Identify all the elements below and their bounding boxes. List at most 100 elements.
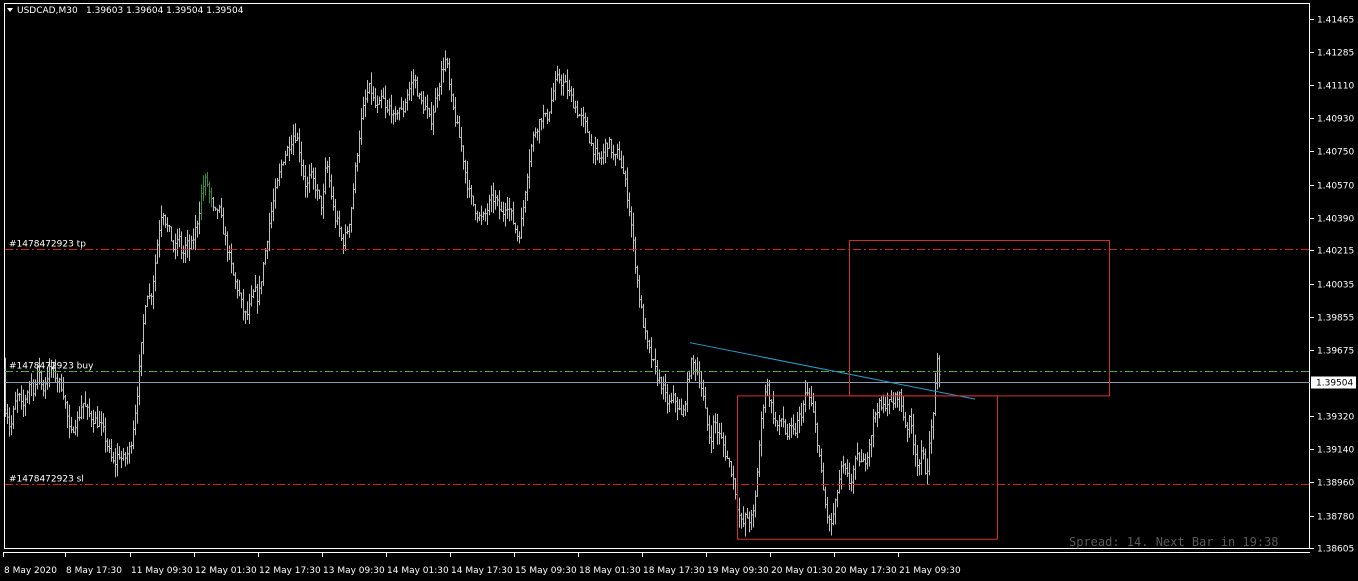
ohlc-bar [64,394,67,409]
ohlc-bar [102,413,105,433]
trading-chart[interactable]: #1478472923 tp #1478472923 buy #1478472923… [0,0,1358,581]
ohlc-bar [640,295,643,309]
ohlc-bar [206,172,209,187]
ohlc-bar [350,206,353,233]
ohlc-bar [260,281,263,295]
ohlc-bar [30,373,33,397]
ohlc-bar [594,136,597,166]
plot-frame [4,3,1310,549]
ohlc-bar [734,478,737,500]
ohlc-bar [814,401,817,433]
ohlc-bar [760,411,763,457]
ohlc-bar [252,289,255,299]
ohlc-bar [284,150,287,165]
ohlc-bar [872,408,875,448]
ohlc-bar [762,404,765,429]
ohlc-bar [470,184,473,205]
ohlc-bar [170,226,173,242]
ohlc-bar [310,162,313,179]
ohlc-bar [254,274,257,292]
ohlc-bar [342,234,345,254]
ohlc-bar [512,201,515,225]
ohlc-bar [844,462,847,475]
ohlc-bar [138,354,141,406]
ohlc-bar [822,462,825,491]
ohlc-bar [930,419,933,454]
ohlc-bar [328,157,331,188]
ohlc-bar [716,413,719,445]
ohlc-bar [288,136,291,162]
y-tick-label: 1.39855 [1317,314,1354,324]
x-tick-label: 8 May 2020 [4,566,57,576]
ohlc-bar [798,406,801,434]
chart-header[interactable]: USDCAD,M30 1.39603 1.39604 1.39504 1.395… [7,6,244,16]
ohlc-bar [396,109,399,120]
ohlc-bar [34,379,37,397]
ohlc-bar [20,385,23,410]
ohlc-bar [148,283,151,300]
rectangle-object[interactable] [849,240,1110,397]
ohlc-bar [246,301,249,320]
ohlc-bar [866,452,869,470]
ohlc-bar [382,87,385,99]
ohlc-bar [900,388,903,413]
ohlc-bar [210,187,213,208]
ohlc-bar [738,497,741,528]
ohlc-bar [676,396,679,420]
y-tick-label: 1.41110 [1317,82,1354,92]
ohlc-bar [874,411,877,423]
ohlc-bar [664,373,667,403]
ohlc-bar [542,104,545,129]
ohlc-bar [494,190,497,210]
ohlc-bar [646,330,649,350]
ohlc-bar [90,410,93,428]
ohlc-bar [190,235,193,250]
ohlc-bar [108,439,111,453]
ohlc-bar [864,453,867,472]
ohlc-bar [268,212,271,252]
ohlc-bar [398,107,401,121]
y-tick-label: 1.40035 [1317,281,1354,291]
ohlc-bar [862,452,865,462]
symbol-timeframe: USDCAD,M30 [17,6,78,16]
ohlc-bar [524,190,527,213]
ohlc-bar [538,118,541,144]
dropdown-triangle-icon[interactable] [7,8,13,12]
trend-line[interactable] [689,342,976,400]
ohlc-bar [548,111,551,122]
ohlc-bar [492,182,495,214]
ohlc-bar [932,411,935,440]
ohlc-bar [834,498,837,525]
ohlc-bar [212,197,215,212]
ohlc-bar [532,131,535,152]
ohlc-bar [504,202,507,227]
ohlc-bar [672,385,675,404]
ohlc-bar [208,181,211,204]
ohlc-bar [432,105,435,135]
ohlc-bar [182,245,185,263]
ohlc-bar [780,418,783,427]
ohlc-bar [438,82,441,101]
ohlc-bar [262,262,265,286]
price-axis[interactable]: 1.41465 1.41285 1.41110 1.40930 1.40750 1.405… [1310,16,1356,555]
ohlc-bar [768,379,771,407]
ohlc-bar [616,143,619,159]
ohlc-bar [290,134,293,154]
ohlc-bar [482,211,485,220]
x-tick-label: 19 May 09:30 [707,566,769,576]
ohlc-bar [500,201,503,213]
ohlc-bar [830,513,833,536]
ohlc-bar [144,304,147,325]
ohlc-bar [666,383,669,414]
ohlc-bar [572,87,575,109]
ohlc-bar [220,197,223,218]
ohlc-bar [462,145,465,170]
price-chart-svg[interactable]: #1478472923 tp #1478472923 buy #1478472923… [0,0,1358,581]
time-axis[interactable]: 8 May 2020 8 May 17:30 11 May 09:30 12 May … [3,552,961,576]
ohlc-bar [708,415,711,445]
ohlc-bar [450,78,453,103]
ohlc-bar [98,410,101,428]
ohlc-bar [420,91,423,105]
ohlc-bar [912,413,915,455]
ohlc-bar [76,411,79,437]
